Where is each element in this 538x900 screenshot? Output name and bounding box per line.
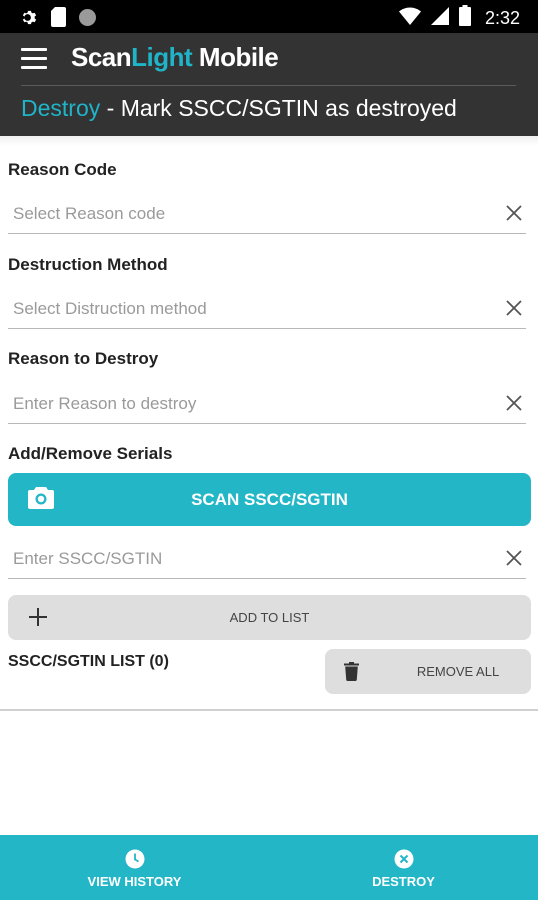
scan-sscc-button[interactable]: SCAN SSCC/SGTIN <box>8 473 531 526</box>
clear-icon[interactable] <box>504 393 524 413</box>
wifi-icon <box>398 7 421 30</box>
circle-icon <box>78 8 97 32</box>
reason-code-input[interactable] <box>13 201 483 227</box>
clear-icon[interactable] <box>504 298 524 318</box>
tab-view-history[interactable]: VIEW HISTORY <box>0 835 269 900</box>
gear-icon <box>20 8 39 32</box>
reason-destroy-field[interactable] <box>8 387 526 424</box>
remove-all-label: REMOVE ALL <box>416 664 500 679</box>
hamburger-menu-icon[interactable] <box>21 48 47 72</box>
bottom-navigation: VIEW HISTORY DESTROY <box>0 835 538 900</box>
remove-all-button[interactable]: REMOVE ALL <box>325 649 531 694</box>
battery-icon <box>458 5 471 31</box>
add-to-list-button[interactable]: ADD TO LIST <box>8 595 531 640</box>
destruction-method-label: Destruction Method <box>8 255 168 274</box>
serial-list-label: SSCC/SGTIN LIST (0) <box>8 653 169 670</box>
status-bar: 2:32 <box>0 0 538 33</box>
trash-icon <box>344 662 359 686</box>
tab-destroy-label: DESTROY <box>372 874 435 889</box>
appbar-divider <box>21 85 516 86</box>
page-subtitle: Destroy - Mark SSCC/SGTIN as destroyed <box>21 95 457 121</box>
reason-destroy-label: Reason to Destroy <box>8 349 159 368</box>
appbar-shadow <box>0 136 538 146</box>
clear-icon[interactable] <box>504 548 524 568</box>
serial-field[interactable] <box>8 542 526 579</box>
reason-code-field[interactable] <box>8 197 526 234</box>
destruction-method-input[interactable] <box>13 296 483 322</box>
reason-destroy-input[interactable] <box>13 391 483 417</box>
serials-label: Add/Remove Serials <box>8 444 173 463</box>
app-title: ScanLight Mobile <box>71 42 279 72</box>
tab-destroy[interactable]: DESTROY <box>269 835 538 900</box>
scan-button-label: SCAN SSCC/SGTIN <box>191 490 348 509</box>
clock-icon <box>0 849 269 869</box>
tab-view-history-label: VIEW HISTORY <box>87 874 182 889</box>
sd-card-icon <box>51 7 66 32</box>
clear-icon[interactable] <box>504 203 524 223</box>
app-bar: ScanLight Mobile Destroy - Mark SSCC/SGT… <box>0 33 538 136</box>
add-button-label: ADD TO LIST <box>229 610 310 625</box>
destruction-method-field[interactable] <box>8 292 526 329</box>
reason-code-label: Reason Code <box>8 160 117 179</box>
serial-input[interactable] <box>13 546 483 572</box>
list-divider <box>0 709 538 711</box>
cancel-circle-icon <box>269 849 538 869</box>
clock-time: 2:32 <box>484 7 520 28</box>
signal-icon <box>430 6 449 30</box>
